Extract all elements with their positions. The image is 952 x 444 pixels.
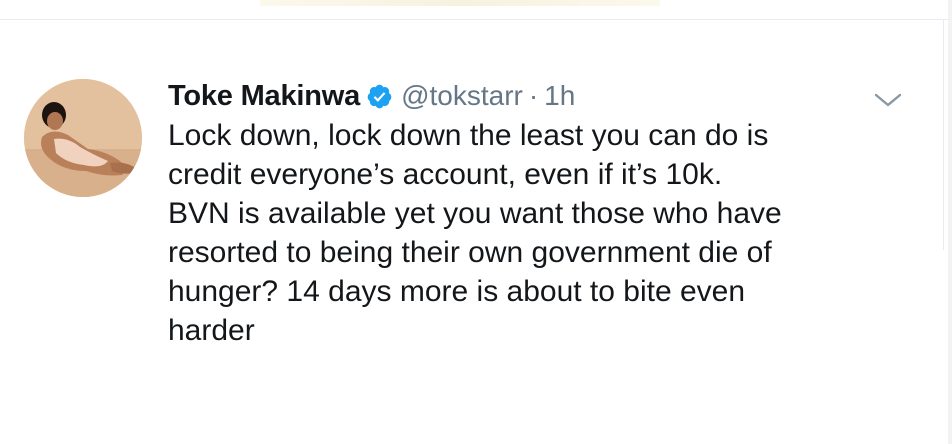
- divider: [0, 19, 952, 20]
- tweet[interactable]: Toke Makinwa @tokstarr · 1h Lock down, l…: [168, 78, 928, 350]
- tweet-text-line: Lock down, lock down the least you can d…: [168, 119, 769, 152]
- verified-badge-icon: [366, 83, 393, 110]
- tweet-screenshot: Toke Makinwa @tokstarr · 1h Lock down, l…: [0, 0, 952, 444]
- tweet-text-line: harder: [168, 314, 255, 347]
- tweet-header: Toke Makinwa @tokstarr · 1h: [168, 78, 928, 114]
- tweet-timestamp[interactable]: 1h: [544, 80, 575, 112]
- avatar[interactable]: [24, 79, 142, 197]
- column-divider: [943, 20, 944, 250]
- tweet-text-line: resorted to being their own government d…: [168, 236, 772, 269]
- author-display-name[interactable]: Toke Makinwa: [168, 80, 360, 113]
- page-edge: [948, 0, 952, 444]
- previous-tweet-fragment: [260, 0, 660, 6]
- tweet-text-line: BVN is available yet you want those who …: [168, 197, 782, 230]
- tweet-text-line: hunger? 14 days more is about to bite ev…: [168, 275, 746, 308]
- separator-dot: ·: [528, 80, 539, 111]
- author-handle[interactable]: @tokstarr: [401, 80, 523, 112]
- tweet-text: Lock down, lock down the least you can d…: [168, 116, 928, 350]
- chevron-down-icon[interactable]: [872, 88, 904, 112]
- tweet-text-line: credit everyone’s account, even if it’s …: [168, 158, 723, 191]
